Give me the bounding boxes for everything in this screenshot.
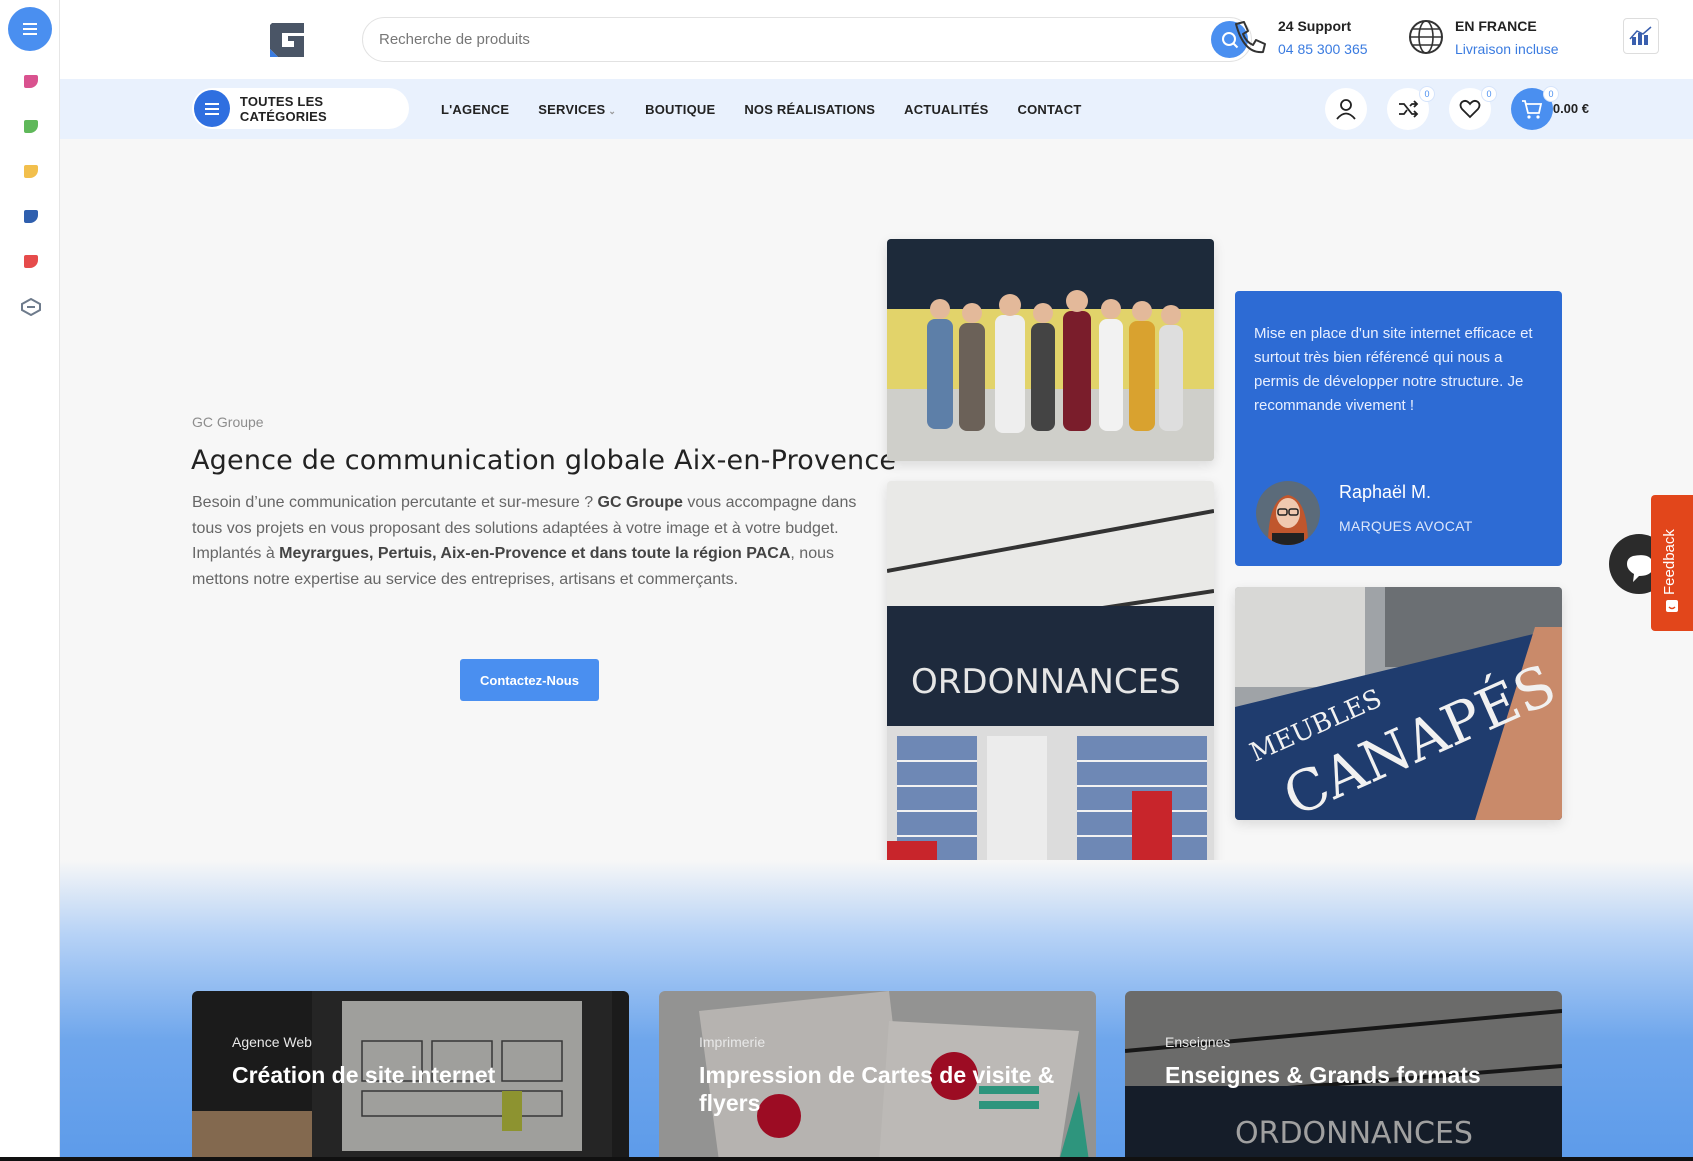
nav-links: L'AGENCE SERVICES ⌄ BOUTIQUE NOS RÉALISAT… bbox=[441, 79, 1110, 139]
all-categories-button[interactable]: TOUTES LES CATÉGORIES bbox=[192, 88, 409, 129]
cart-button[interactable]: 0 bbox=[1511, 86, 1559, 130]
nav-link-realisations[interactable]: NOS RÉALISATIONS bbox=[744, 102, 875, 117]
chart-icon bbox=[1629, 26, 1652, 45]
pharmacy-photo: ORDONNANCES bbox=[887, 481, 1214, 901]
service-title[interactable]: Création de site internet bbox=[232, 1061, 592, 1089]
top-header: 24 Support 04 85 300 365 EN FRANCE Livra… bbox=[60, 0, 1693, 79]
team-photo bbox=[887, 239, 1214, 461]
hero-text-brand: GC Groupe bbox=[597, 494, 683, 511]
testimonial-author: Raphaël M. bbox=[1339, 482, 1432, 502]
category-icon-green[interactable] bbox=[24, 120, 38, 133]
cart-count-badge: 0 bbox=[1543, 86, 1559, 102]
nav-link-boutique[interactable]: BOUTIQUE bbox=[645, 102, 715, 117]
hero-title: Agence de communication globale Aix-en-P… bbox=[191, 445, 897, 476]
cart-icon bbox=[1522, 100, 1543, 119]
category-icon-red[interactable] bbox=[24, 255, 38, 268]
nav-link-contact[interactable]: CONTACT bbox=[1018, 102, 1082, 117]
cart-total[interactable]: 0.00 € bbox=[1553, 101, 1589, 116]
service-category: Imprimerie bbox=[699, 1034, 766, 1050]
chevron-down-icon: ⌄ bbox=[608, 105, 617, 116]
sign-workshop-photo: MEUBLES CANAPÉS bbox=[1235, 587, 1562, 820]
hero-text-places: Meyrargues, Pertuis, Aix-en-Provence et … bbox=[279, 545, 791, 562]
user-icon bbox=[1336, 99, 1356, 120]
pharmacy-sign-text: ORDONNANCES bbox=[911, 662, 1181, 702]
account-button[interactable] bbox=[1325, 88, 1367, 130]
support-phone[interactable]: 04 85 300 365 bbox=[1278, 36, 1368, 62]
analytics-widget-button[interactable] bbox=[1623, 18, 1659, 54]
pharmacy-photo-illustration: ORDONNANCES bbox=[887, 481, 1214, 901]
hamburger-icon bbox=[23, 23, 37, 35]
service-title[interactable]: Impression de Cartes de visite & flyers bbox=[699, 1061, 1059, 1117]
contact-cta-button[interactable]: Contactez-Nous bbox=[460, 659, 599, 701]
wishlist-count-badge: 0 bbox=[1481, 86, 1497, 102]
shipping-block: EN FRANCE Livraison incluse bbox=[1407, 16, 1559, 62]
hero-eyebrow: GC Groupe bbox=[192, 414, 264, 430]
hero-description: Besoin d’une communication percutante et… bbox=[192, 490, 867, 592]
window-bottom-edge bbox=[0, 1157, 1693, 1161]
support-block[interactable]: 24 Support 04 85 300 365 bbox=[1230, 16, 1368, 62]
categories-menu-icon bbox=[194, 90, 230, 127]
nav-link-services[interactable]: SERVICES ⌄ bbox=[538, 102, 616, 117]
sidebar-menu-button[interactable] bbox=[8, 7, 52, 51]
nav-link-agence[interactable]: L'AGENCE bbox=[441, 102, 509, 117]
service-card-web[interactable]: Agence Web Création de site internet bbox=[192, 991, 629, 1161]
feedback-tab[interactable]: Feedback bbox=[1651, 495, 1693, 631]
phone-support-icon bbox=[1235, 21, 1266, 54]
testimonial-avatar bbox=[1256, 481, 1320, 545]
testimonial-card: Mise en place d'un site internet efficac… bbox=[1235, 291, 1562, 566]
nav-action-icons: 0 0 0 bbox=[1305, 86, 1559, 130]
service-card-print[interactable]: Imprimerie Impression de Cartes de visit… bbox=[659, 991, 1096, 1161]
nav-link-services-label: SERVICES bbox=[538, 101, 606, 117]
search-bar bbox=[362, 17, 1252, 62]
service-category: Enseignes bbox=[1165, 1034, 1231, 1050]
main-nav: TOUTES LES CATÉGORIES L'AGENCE SERVICES ⌄… bbox=[60, 79, 1693, 139]
category-icon-blue[interactable] bbox=[24, 210, 38, 223]
nav-link-actualites[interactable]: ACTUALITÉS bbox=[904, 102, 988, 117]
shipping-subtitle: Livraison incluse bbox=[1455, 41, 1559, 57]
testimonial-company: MARQUES AVOCAT bbox=[1339, 518, 1473, 534]
shipping-title: EN FRANCE bbox=[1455, 18, 1537, 34]
compare-button[interactable]: 0 bbox=[1387, 86, 1435, 130]
support-title: 24 Support bbox=[1278, 18, 1352, 34]
category-icon-pink[interactable] bbox=[24, 75, 38, 88]
avatar-illustration bbox=[1256, 481, 1320, 545]
brand-small-icon[interactable] bbox=[20, 298, 42, 316]
globe-icon bbox=[1409, 20, 1443, 54]
compare-count-badge: 0 bbox=[1419, 86, 1435, 102]
wishlist-button[interactable]: 0 bbox=[1449, 86, 1497, 130]
testimonial-quote: Mise en place d'un site internet efficac… bbox=[1254, 325, 1533, 414]
site-logo[interactable] bbox=[266, 19, 308, 61]
all-categories-label: TOUTES LES CATÉGORIES bbox=[239, 93, 327, 124]
category-icon-yellow[interactable] bbox=[24, 165, 38, 178]
team-photo-illustration bbox=[887, 239, 1214, 461]
service-category: Agence Web bbox=[232, 1034, 312, 1050]
hero-text-part-1: Besoin d’une communication percutante et… bbox=[192, 494, 598, 511]
heart-icon bbox=[1459, 99, 1481, 119]
sign-workshop-illustration: MEUBLES CANAPÉS bbox=[1235, 587, 1562, 820]
service-title[interactable]: Enseignes & Grands formats bbox=[1165, 1061, 1525, 1089]
left-sidebar bbox=[0, 0, 60, 1161]
shuffle-icon bbox=[1399, 100, 1419, 118]
feedback-label: Feedback bbox=[1661, 529, 1678, 595]
search-input[interactable] bbox=[379, 18, 1179, 61]
service-card-signs[interactable]: ORDONNANCES Enseignes Enseignes & Grands… bbox=[1125, 991, 1562, 1161]
feedback-icon bbox=[1666, 600, 1678, 612]
